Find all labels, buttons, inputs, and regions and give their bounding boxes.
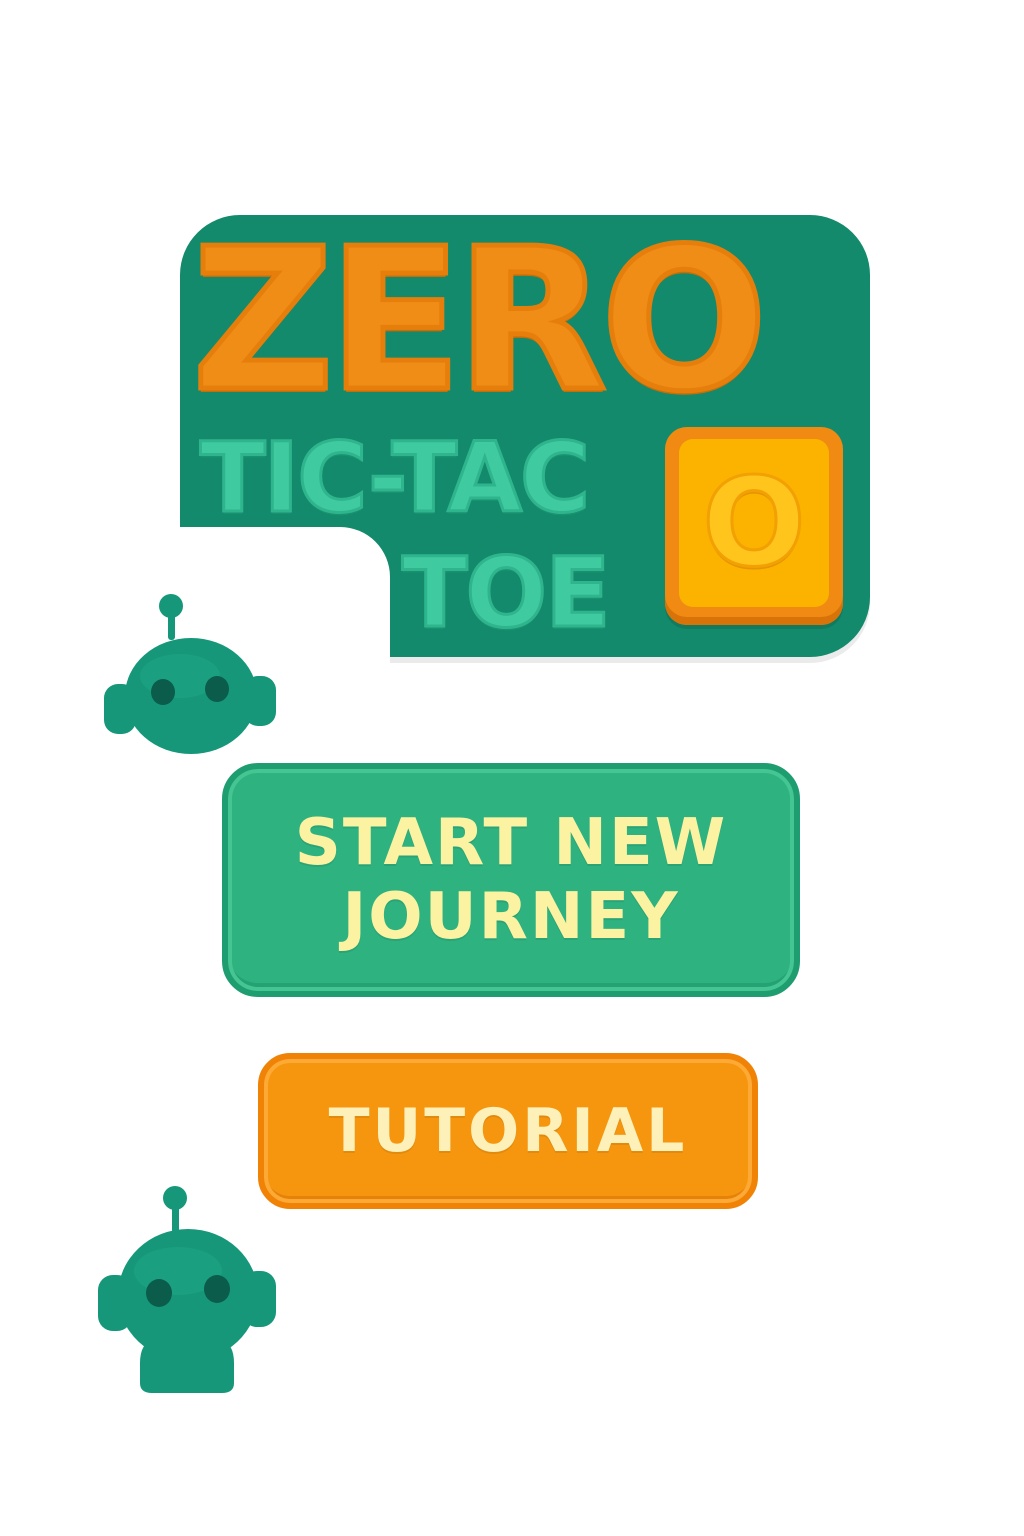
logo-title-zero: ZERO bbox=[190, 207, 771, 435]
start-new-journey-button[interactable]: START NEW JOURNEY bbox=[222, 763, 800, 997]
tutorial-button[interactable]: TUTORIAL bbox=[258, 1053, 758, 1209]
robot-body-graphic bbox=[98, 1186, 276, 1393]
logo-title-toe: TOE bbox=[401, 537, 613, 649]
robot-icon bbox=[92, 1183, 282, 1398]
tutorial-label: TUTORIAL bbox=[328, 1096, 688, 1166]
logo-o-tile-face: O bbox=[679, 439, 829, 607]
robot-icon bbox=[100, 592, 280, 762]
robot-head-graphic bbox=[104, 594, 276, 754]
logo-o-tile: O bbox=[665, 427, 843, 625]
logo-title-tic-tac: TIC-TAC bbox=[198, 422, 591, 534]
start-new-journey-label: START NEW JOURNEY bbox=[294, 806, 728, 954]
logo-o-letter: O bbox=[701, 452, 808, 594]
